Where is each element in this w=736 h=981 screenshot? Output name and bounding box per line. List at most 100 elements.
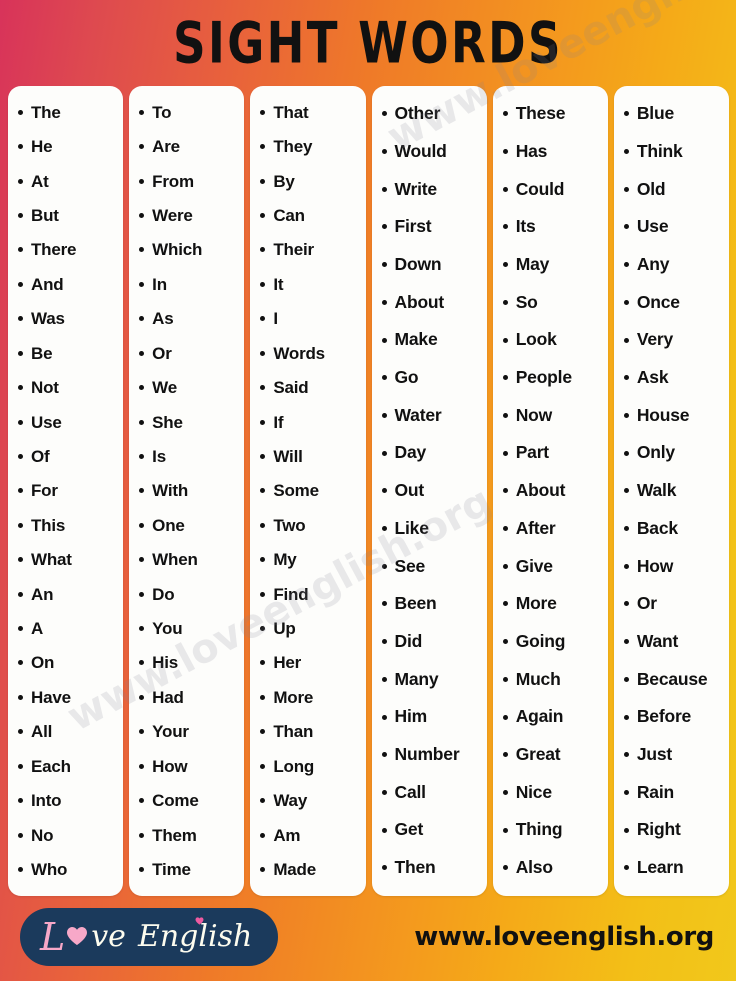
bullet-icon (18, 522, 23, 528)
word-list-item: In (133, 276, 242, 293)
word-list-item: Look (497, 331, 606, 349)
word-text: Much (515, 668, 561, 689)
website-url[interactable]: www.loveenglish.org (414, 922, 714, 952)
bullet-icon (139, 522, 145, 528)
word-text: House (636, 404, 690, 425)
bullet-icon (18, 866, 23, 872)
word-list-item: Its (497, 218, 606, 236)
word-text: As (152, 309, 174, 329)
word-list-item: Your (133, 723, 242, 740)
word-text: Very (636, 329, 674, 350)
bullet-icon (139, 798, 145, 804)
word-list-item: Make (376, 331, 485, 349)
word-text: Look (515, 329, 557, 350)
word-text: Words (273, 343, 325, 363)
bullet-icon (502, 186, 508, 192)
word-text: To (152, 102, 172, 122)
word-list-item: Then (376, 859, 485, 877)
bullet-icon (18, 350, 23, 356)
word-list-item: Again (497, 708, 606, 726)
word-list-item: Blue (618, 105, 727, 123)
word-text: At (31, 171, 49, 191)
word-text: Her (273, 653, 302, 673)
bullet-icon (502, 450, 508, 456)
word-list-item: How (618, 557, 727, 576)
word-column-card: That They By Can Their It I Words Said If Will Some… (250, 86, 366, 896)
word-list-item: Walk (618, 482, 727, 500)
word-list-item: Was (12, 310, 121, 327)
word-text: A (31, 619, 44, 639)
bullet-icon (381, 337, 387, 343)
word-text: Great (515, 744, 561, 765)
bullet-icon (139, 763, 145, 769)
bullet-icon (502, 563, 508, 569)
bullet-icon (260, 385, 266, 391)
word-text: Had (152, 687, 184, 707)
word-text: Up (273, 619, 296, 639)
word-column-card: The He At But There And Was Be Not Use Of For This Wh… (8, 86, 124, 896)
word-text: Want (636, 630, 679, 651)
bullet-icon (381, 262, 387, 268)
word-text: Their (273, 240, 314, 260)
word-text: Use (31, 412, 62, 432)
bullet-icon (139, 109, 145, 115)
word-text: Give (515, 555, 553, 576)
word-list-item: About (497, 482, 606, 500)
bullet-icon (623, 526, 629, 532)
word-list-item: Much (497, 668, 606, 689)
word-list-item: As (133, 310, 242, 327)
bullet-icon (381, 827, 387, 833)
bullet-icon (381, 375, 387, 381)
bullet-icon (381, 526, 387, 532)
word-text: It (273, 274, 284, 294)
word-text: Write (394, 178, 438, 199)
word-list-item: Back (618, 519, 727, 538)
word-text: May (515, 253, 550, 274)
word-list-item: Up (254, 620, 363, 637)
word-text: One (152, 515, 185, 535)
bullet-icon (139, 626, 145, 632)
word-text: Then (394, 857, 436, 878)
bullet-icon (381, 412, 387, 418)
word-list-item: How (133, 758, 242, 775)
page-title: SIGHT WORDS (173, 9, 563, 77)
word-text: Are (152, 137, 180, 157)
word-list-item: About (376, 293, 485, 312)
bullet-icon (502, 224, 508, 230)
word-list-item: Many (376, 670, 485, 689)
word-list-item: If (254, 414, 363, 431)
word-text: Been (394, 593, 437, 614)
bullet-icon (623, 488, 629, 494)
word-list-item: This (12, 517, 121, 534)
bullet-icon (502, 790, 508, 795)
word-text: Nice (515, 781, 552, 802)
bullet-icon (139, 178, 145, 184)
word-text: Out (394, 480, 425, 501)
word-text: Think (636, 140, 683, 161)
bullet-icon (381, 149, 387, 155)
word-text: Going (515, 630, 566, 651)
word-list-item: Long (254, 758, 363, 775)
bullet-icon (381, 299, 387, 305)
word-columns-container: The He At But There And Was Be Not Use Of For This Wh… (0, 86, 736, 897)
word-text: Get (394, 819, 424, 840)
word-text: Make (394, 329, 438, 350)
word-list-item: After (497, 519, 606, 538)
word-list-item: To (133, 104, 242, 121)
bullet-icon (260, 488, 266, 494)
word-list-item: An (12, 586, 121, 603)
word-list-item: Think (618, 140, 727, 161)
bullet-icon (260, 866, 266, 872)
word-list-item: Right (618, 821, 727, 839)
word-list-item: That (254, 104, 363, 121)
bullet-icon (260, 763, 266, 769)
bullet-icon (18, 660, 23, 666)
word-list-item: One (133, 517, 242, 534)
word-text: They (273, 137, 313, 157)
word-text: Your (152, 722, 189, 742)
bullet-icon (502, 262, 508, 268)
word-text: Could (515, 178, 565, 199)
word-list-item: Will (254, 448, 363, 465)
word-text: Also (515, 857, 553, 878)
bullet-icon (502, 111, 508, 117)
